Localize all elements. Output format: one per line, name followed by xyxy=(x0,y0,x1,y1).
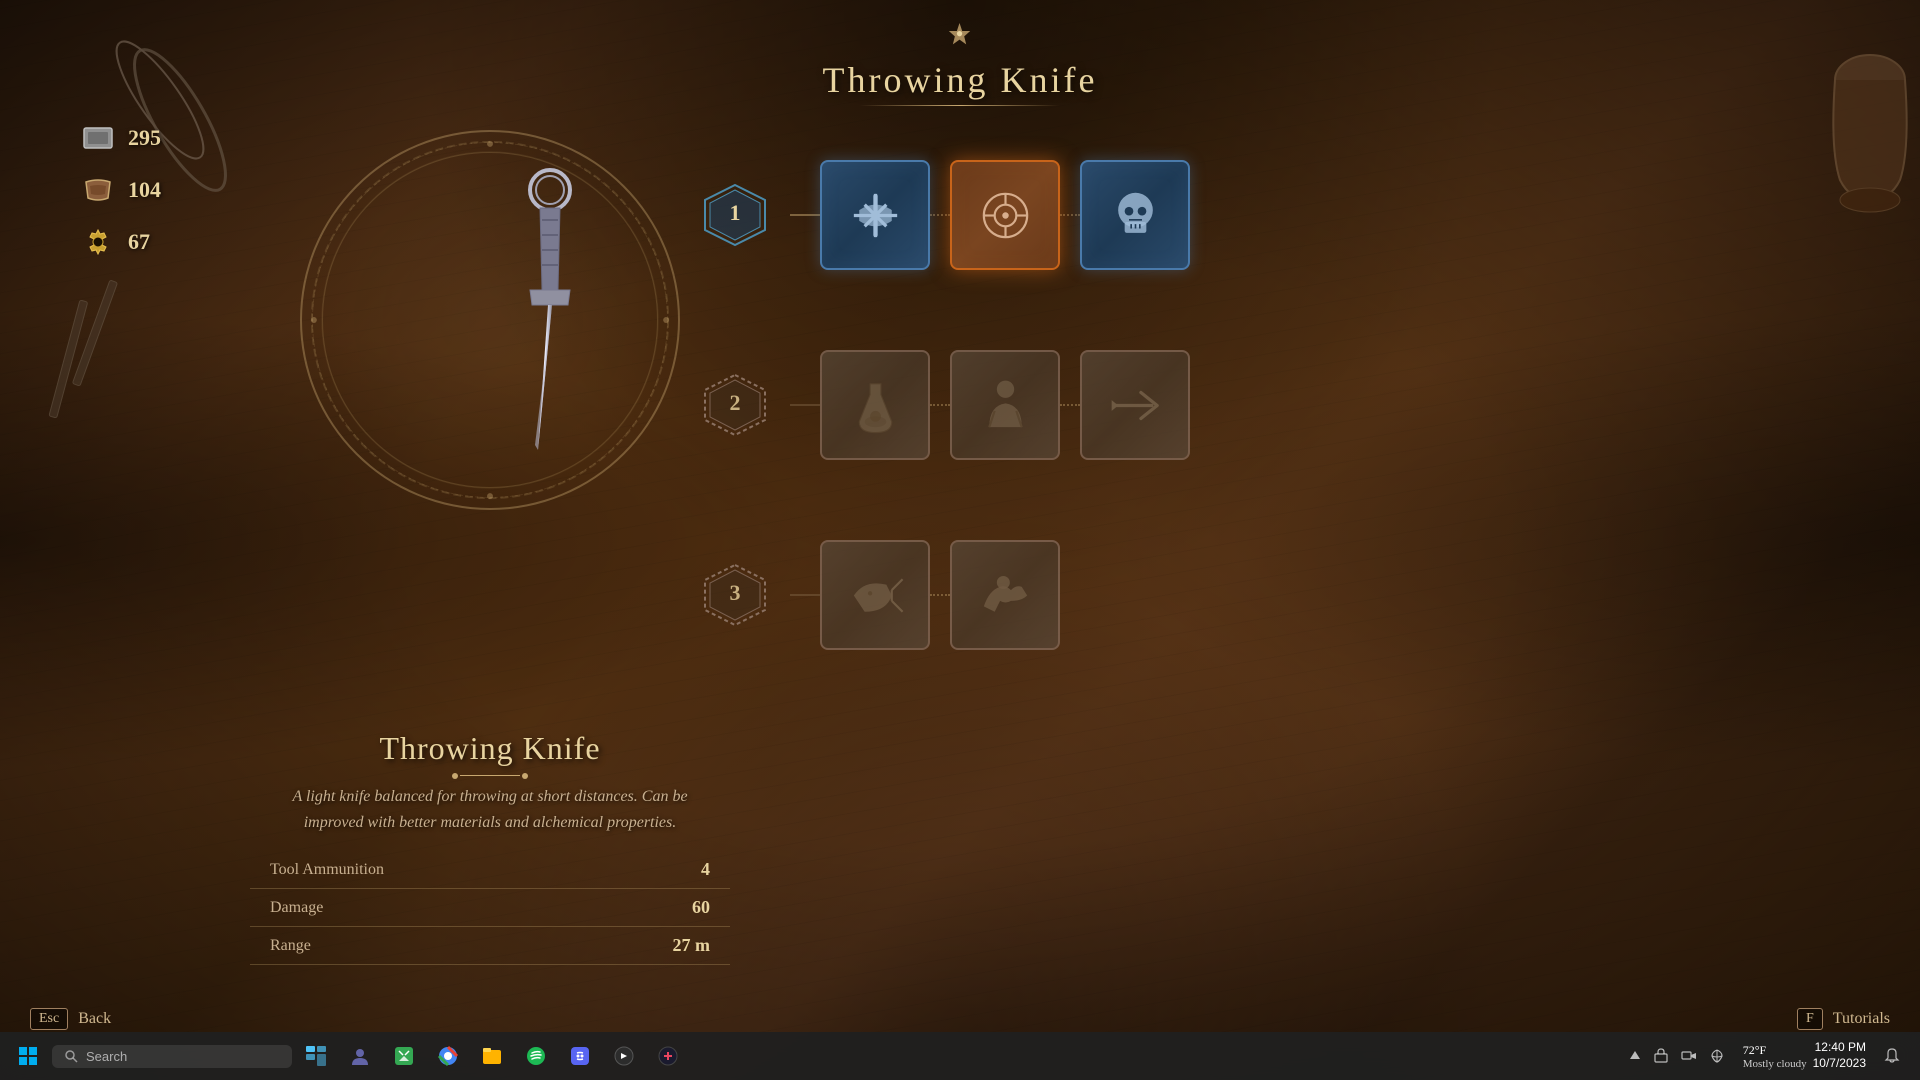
item-name: Throwing Knife xyxy=(250,730,730,767)
page-title: Throwing Knife xyxy=(823,59,1098,101)
upgrade-node-3-2[interactable] xyxy=(950,540,1060,650)
svg-text:1: 1 xyxy=(730,200,741,225)
tier-3-connector-2 xyxy=(930,594,950,596)
weather-temp: 72°F xyxy=(1743,1043,1807,1058)
taskbar-discord[interactable] xyxy=(562,1038,598,1074)
notification-icon[interactable] xyxy=(1874,1038,1910,1074)
stat-range: Range 27 m xyxy=(250,927,730,965)
right-decoration xyxy=(1720,0,1920,400)
tier-2-connector-3 xyxy=(1060,404,1080,406)
upgrade-node-1-1[interactable] xyxy=(820,160,930,270)
svg-text:3: 3 xyxy=(730,580,741,605)
taskbar-spotify[interactable] xyxy=(518,1038,554,1074)
stat-ammunition-label: Tool Ammunition xyxy=(270,861,384,879)
tier-1-connector-2 xyxy=(930,214,950,216)
tier-3-row: 3 xyxy=(700,540,1400,650)
resource-leather: 104 xyxy=(80,172,161,208)
tier-2-badge: 2 xyxy=(700,370,770,440)
item-description: A light knife balanced for throwing at s… xyxy=(270,784,710,835)
item-divider xyxy=(460,775,520,776)
stat-damage: Damage 60 xyxy=(250,889,730,927)
stat-range-value: 27 m xyxy=(673,935,711,956)
tier-2-connector-2 xyxy=(930,404,950,406)
upgrade-node-2-1[interactable] xyxy=(820,350,930,460)
leather-icon xyxy=(80,172,116,208)
back-key[interactable]: Esc xyxy=(30,1008,68,1030)
stat-damage-value: 60 xyxy=(692,897,710,918)
taskbar-explorer[interactable] xyxy=(474,1038,510,1074)
upgrade-node-2-3[interactable] xyxy=(1080,350,1190,460)
taskbar-system-tray xyxy=(1617,1048,1737,1064)
tutorials-key[interactable]: F xyxy=(1797,1008,1823,1030)
svg-text:2: 2 xyxy=(730,390,741,415)
leather-count: 104 xyxy=(128,177,161,203)
taskbar-right: 72°F Mostly cloudy 12:40 PM 10/7/2023 xyxy=(1617,1038,1912,1074)
resource-gear: 67 xyxy=(80,224,161,260)
taskbar-clock[interactable]: 12:40 PM 10/7/2023 xyxy=(1813,1040,1866,1071)
stat-ammunition: Tool Ammunition 4 xyxy=(250,851,730,889)
taskbar-search[interactable]: Search xyxy=(52,1045,292,1068)
tier-1-connector-3 xyxy=(1060,214,1080,216)
weather-desc: Mostly cloudy xyxy=(1743,1058,1807,1070)
tier-2-connector-1 xyxy=(790,404,820,406)
item-display: Throwing Knife A light knife balanced fo… xyxy=(250,120,730,965)
resources-panel: 295 104 67 xyxy=(80,120,161,260)
gear-count: 67 xyxy=(128,229,150,255)
tier-1-badge: 1 xyxy=(700,180,770,250)
title-underline xyxy=(860,105,1060,106)
tier-1-connector-1 xyxy=(790,214,820,216)
item-stats: Tool Ammunition 4 Damage 60 Range 27 m xyxy=(250,851,730,965)
resource-silver: 295 xyxy=(80,120,161,156)
upgrade-tree: 1 xyxy=(700,160,1400,730)
title-area: Throwing Knife xyxy=(823,20,1098,106)
gear-icon xyxy=(80,224,116,260)
back-label[interactable]: Back xyxy=(78,1010,111,1028)
taskbar-search-text: Search xyxy=(86,1049,127,1064)
tier-1-row: 1 xyxy=(700,160,1400,270)
bottom-nav-right: F Tutorials xyxy=(1797,1008,1890,1030)
title-ornament-icon xyxy=(823,20,1098,55)
tutorials-label[interactable]: Tutorials xyxy=(1833,1010,1890,1028)
taskbar-maps[interactable] xyxy=(386,1038,422,1074)
start-button[interactable] xyxy=(8,1036,48,1076)
taskbar-chrome[interactable] xyxy=(430,1038,466,1074)
silver-count: 295 xyxy=(128,125,161,151)
stat-range-label: Range xyxy=(270,937,311,955)
taskbar-app-9[interactable] xyxy=(650,1038,686,1074)
upgrade-node-1-2[interactable] xyxy=(950,160,1060,270)
taskbar-time-display: 12:40 PM xyxy=(1813,1040,1866,1056)
upgrade-node-3-1[interactable] xyxy=(820,540,930,650)
taskbar-app-8[interactable] xyxy=(606,1038,642,1074)
stat-ammunition-value: 4 xyxy=(701,859,710,880)
upgrade-node-1-3[interactable] xyxy=(1080,160,1190,270)
bottom-nav-left: Esc Back xyxy=(30,1008,111,1030)
taskbar-widgets[interactable] xyxy=(298,1038,334,1074)
tier-3-badge: 3 xyxy=(700,560,770,630)
knife-image xyxy=(420,160,620,460)
tier-3-connector-1 xyxy=(790,594,820,596)
stat-damage-label: Damage xyxy=(270,899,323,917)
taskbar-weather[interactable]: 72°F Mostly cloudy xyxy=(1743,1043,1807,1070)
tier-2-row: 2 xyxy=(700,350,1400,460)
silver-icon xyxy=(80,120,116,156)
taskbar-date-display: 10/7/2023 xyxy=(1813,1056,1866,1072)
taskbar: Search xyxy=(0,1032,1920,1080)
taskbar-teams[interactable] xyxy=(342,1038,378,1074)
upgrade-node-2-2[interactable] xyxy=(950,350,1060,460)
